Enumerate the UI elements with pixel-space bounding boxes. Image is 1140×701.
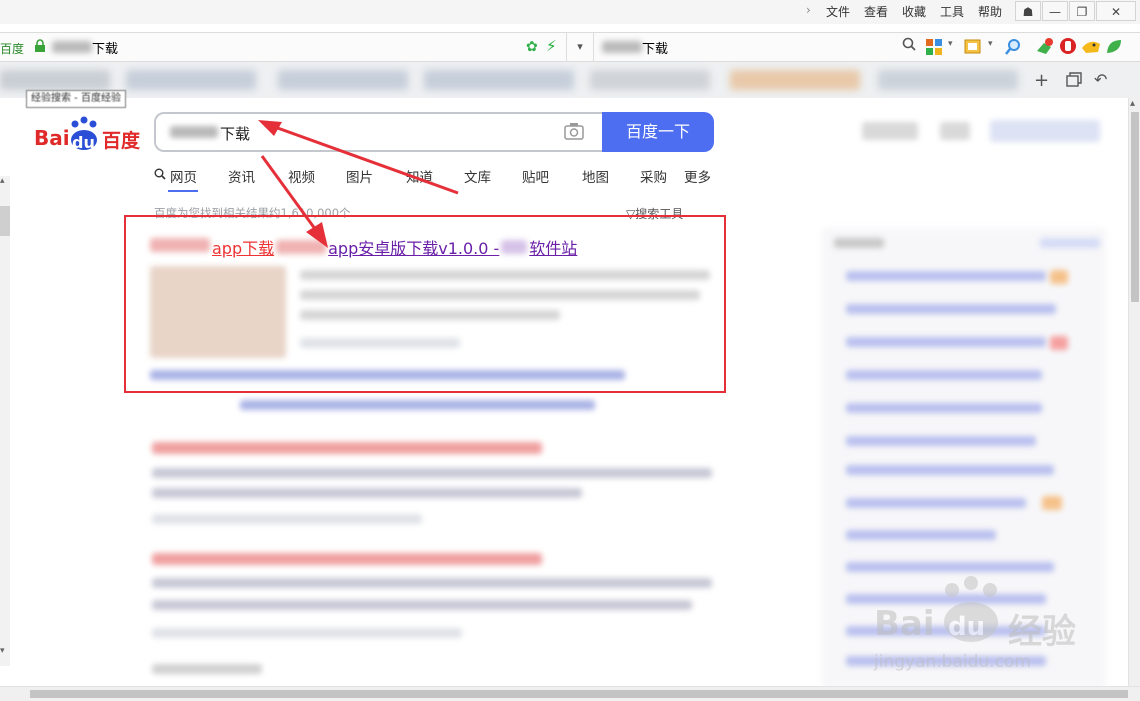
menu-help[interactable]: 帮助 bbox=[978, 3, 1002, 20]
scroll-up-icon[interactable]: ▴ bbox=[0, 176, 5, 186]
fox-icon[interactable] bbox=[1080, 36, 1102, 60]
skin-icon[interactable]: ☗ bbox=[1015, 1, 1041, 21]
annotation-arrows bbox=[258, 120, 459, 248]
menu-favorites[interactable]: 收藏 bbox=[902, 3, 926, 20]
screenshot-dropdown-icon[interactable]: ▾ bbox=[988, 39, 993, 49]
refresh-icon[interactable]: ✿ bbox=[526, 39, 538, 55]
new-tab-button[interactable]: + bbox=[1034, 70, 1049, 91]
left-panel-scrollbar[interactable]: ▴ ▾ bbox=[0, 176, 10, 666]
scroll-thumb[interactable] bbox=[1131, 112, 1139, 302]
browser-tab[interactable] bbox=[730, 70, 860, 90]
browser-tab[interactable] bbox=[126, 70, 256, 90]
site-label: 百度 bbox=[0, 42, 25, 56]
scroll-down-icon[interactable]: ▾ bbox=[0, 646, 5, 656]
menu-bar: › 文件 查看 收藏 工具 帮助 ☗ — ❐ ✕ bbox=[0, 0, 1140, 24]
maximize-button[interactable]: ❐ bbox=[1069, 1, 1095, 21]
adblock-icon[interactable] bbox=[1058, 36, 1078, 60]
arrowhead bbox=[258, 120, 282, 136]
browser-tab[interactable] bbox=[424, 70, 574, 90]
arrow-to-result bbox=[260, 155, 320, 234]
browser-tab[interactable] bbox=[590, 70, 710, 90]
tooltip: 经验搜索 - 百度经验 bbox=[26, 90, 126, 108]
url-input[interactable] bbox=[50, 37, 552, 57]
speed-mode-icon[interactable]: ⚡ bbox=[546, 37, 557, 55]
menu-tools[interactable]: 工具 bbox=[940, 3, 964, 20]
leaf-icon[interactable] bbox=[1104, 37, 1124, 61]
undo-close-icon[interactable]: ↶ bbox=[1094, 70, 1107, 89]
extension-icon[interactable] bbox=[1034, 37, 1054, 61]
browser-tab[interactable] bbox=[0, 70, 110, 90]
address-bar: 百度 ✿ ⚡ ▾ ▾ ▾ bbox=[0, 32, 1140, 62]
browser-tab[interactable] bbox=[278, 70, 408, 90]
menu-view[interactable]: 查看 bbox=[864, 3, 888, 20]
close-button[interactable]: ✕ bbox=[1096, 1, 1136, 21]
arrow-to-search-box bbox=[271, 124, 459, 195]
apps-icon[interactable] bbox=[926, 39, 942, 59]
scroll-thumb[interactable] bbox=[0, 206, 10, 236]
scroll-up-icon[interactable]: ▴ bbox=[1130, 98, 1135, 109]
chevron-down-icon[interactable]: ▾ bbox=[566, 33, 594, 61]
minimize-button[interactable]: — bbox=[1042, 1, 1068, 21]
zoom-icon[interactable] bbox=[1004, 38, 1022, 60]
browser-search-input[interactable] bbox=[598, 37, 942, 57]
lock-icon bbox=[34, 39, 46, 52]
tab-bar: + ↶ bbox=[0, 62, 1140, 98]
apps-dropdown-icon[interactable]: ▾ bbox=[948, 39, 953, 49]
screenshot-icon[interactable] bbox=[964, 38, 982, 60]
horizontal-scrollbar[interactable] bbox=[0, 686, 1140, 701]
browser-tab[interactable] bbox=[878, 70, 1018, 90]
page-content: Bai du 百度 百度一下 网页 资讯 视频 图片 知道 文库 贴吧 地图 采… bbox=[0, 98, 1128, 688]
menu-file[interactable]: 文件 bbox=[826, 3, 850, 20]
arrowhead bbox=[306, 222, 328, 248]
vertical-scrollbar[interactable]: ▴ bbox=[1128, 98, 1140, 686]
tab-list-icon[interactable] bbox=[1066, 72, 1082, 92]
menu-expand-icon[interactable]: › bbox=[806, 3, 811, 17]
h-scroll-thumb[interactable] bbox=[30, 690, 1128, 698]
search-icon[interactable] bbox=[902, 37, 916, 55]
